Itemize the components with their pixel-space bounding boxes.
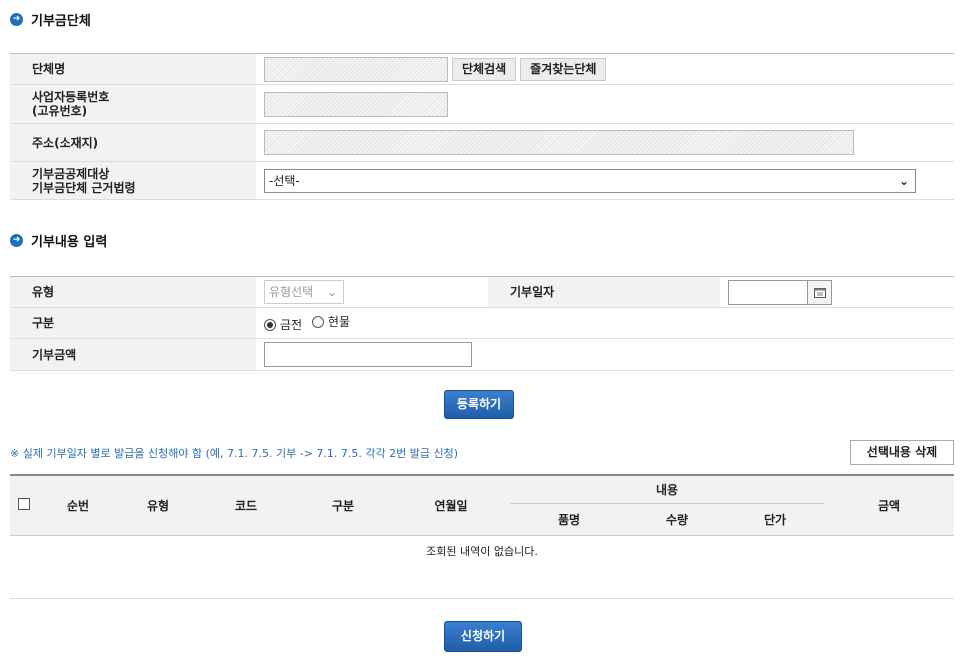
col-quantity: 수량 <box>628 503 726 536</box>
org-search-button[interactable]: 단체검색 <box>452 57 517 81</box>
org-section-title: ➜ 기부금단체 <box>10 10 91 29</box>
calendar-icon[interactable] <box>808 279 832 305</box>
donation-section-title: ➜ 기부내용 입력 <box>10 231 107 250</box>
arrow-right-icon: ➜ <box>10 13 23 26</box>
donation-section-title-text: 기부내용 입력 <box>31 235 108 250</box>
col-unit-price: 단가 <box>726 503 824 536</box>
category-label: 구분 <box>10 307 256 339</box>
amount-input[interactable] <box>264 342 472 367</box>
col-item: 품명 <box>510 503 628 536</box>
org-form-table: 단체명 단체검색 즐겨찾는단체 사업자등록번호 (고유번호) 주소(소재지) 기… <box>10 53 954 200</box>
org-name-label: 단체명 <box>10 53 256 85</box>
donation-list-table: 순번 유형 코드 구분 연월일 내용 금액 품명 수량 단가 조회된 내역이 없… <box>10 474 954 567</box>
arrow-right-icon: ➜ <box>10 234 23 247</box>
col-amount: 금액 <box>824 475 954 536</box>
radio-unchecked-icon <box>311 315 324 328</box>
legal-basis-selected: -선택- <box>269 173 300 188</box>
legal-basis-label-line2: 기부금단체 근거법령 <box>32 180 136 195</box>
donation-date-label: 기부일자 <box>488 276 720 308</box>
col-type: 유형 <box>118 475 198 536</box>
issuance-notice: ※ 실제 기부일자 별로 발급을 신청해야 함 (예, 7.1. 7.5. 기부… <box>10 447 459 460</box>
delete-selected-button[interactable]: 선택내용 삭제 <box>850 440 954 465</box>
type-select-placeholder: 유형선택 <box>269 285 314 299</box>
legal-basis-select[interactable]: -선택- ⌄ <box>264 168 916 193</box>
radio-checked-icon <box>264 318 276 331</box>
col-content: 내용 <box>510 475 824 504</box>
category-option-goods: 현물 <box>327 315 351 329</box>
col-category: 구분 <box>294 475 392 536</box>
select-all-checkbox[interactable] <box>18 497 30 510</box>
category-radio-money[interactable]: 금전 <box>264 316 302 333</box>
legal-basis-label: 기부금공제대상 기부금단체 근거법령 <box>10 161 256 200</box>
biz-no-label: 사업자등록번호 (고유번호) <box>10 84 256 124</box>
biz-no-field[interactable] <box>264 91 448 117</box>
col-code: 코드 <box>198 475 294 536</box>
favorite-orgs-button[interactable]: 즐겨찾는단체 <box>520 57 607 81</box>
apply-button[interactable]: 신청하기 <box>444 621 522 652</box>
address-field[interactable] <box>264 130 854 155</box>
type-select[interactable]: 유형선택 ⌄ <box>264 280 344 304</box>
donation-form-table: 유형 유형선택 ⌄ 기부일자 구분 금전 현물 기부금액 <box>10 276 954 371</box>
category-option-money: 금전 <box>280 318 303 332</box>
col-seq: 순번 <box>38 475 118 536</box>
legal-basis-label-line1: 기부금공제대상 <box>32 166 110 181</box>
address-label: 주소(소재지) <box>10 123 256 162</box>
col-date: 연월일 <box>392 475 510 536</box>
divider <box>10 598 954 599</box>
biz-no-label-line1: 사업자등록번호 <box>32 90 110 104</box>
org-name-field[interactable] <box>264 56 448 82</box>
chevron-down-icon: ⌄ <box>326 285 337 299</box>
type-label: 유형 <box>10 276 256 308</box>
chevron-down-icon: ⌄ <box>898 173 909 188</box>
amount-label: 기부금액 <box>10 338 256 371</box>
select-all-cell <box>10 475 38 536</box>
donation-date-input[interactable] <box>728 279 808 305</box>
register-button[interactable]: 등록하기 <box>444 390 514 419</box>
empty-message: 조회된 내역이 없습니다. <box>426 545 538 559</box>
org-section-title-text: 기부금단체 <box>31 14 91 29</box>
category-radio-goods[interactable]: 현물 <box>311 313 351 330</box>
biz-no-label-line2: (고유번호) <box>32 104 88 118</box>
